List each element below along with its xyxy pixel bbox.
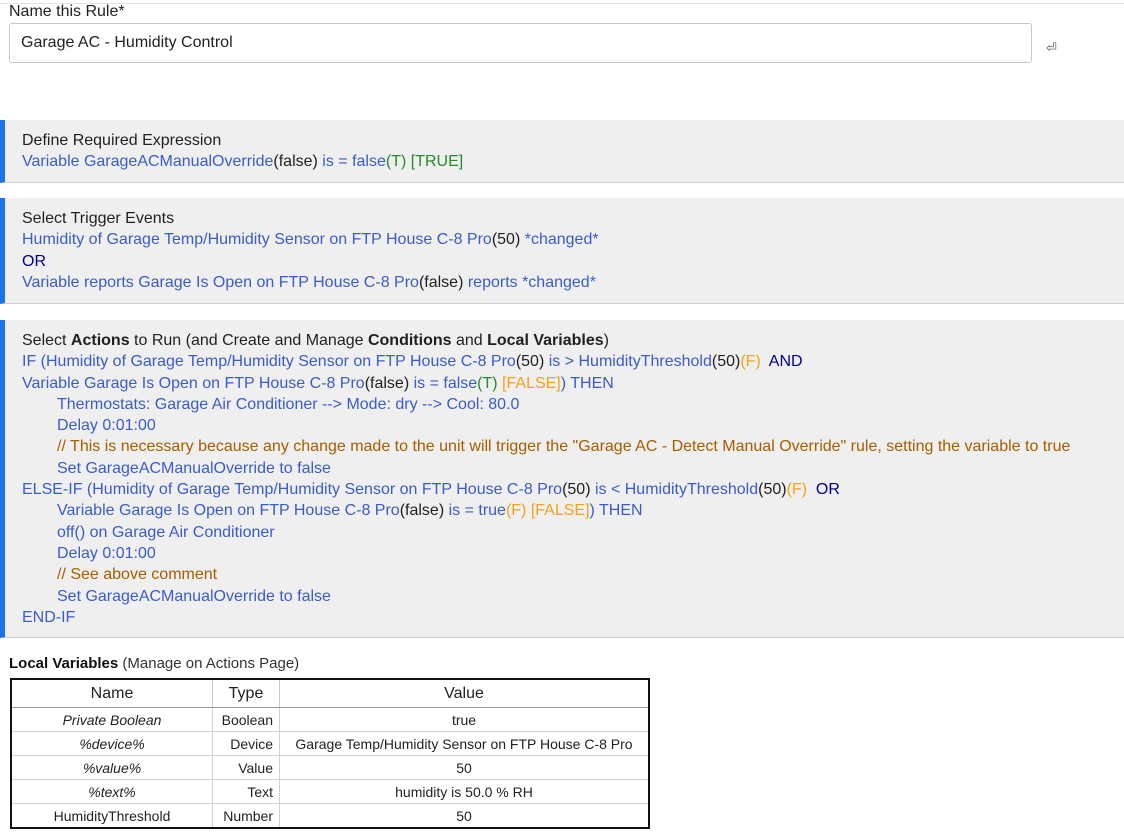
local-variables-table: Name Type Value Private Boolean Boolean …	[10, 678, 650, 829]
required-expression-section[interactable]: Define Required Expression Variable Gara…	[0, 120, 1124, 183]
section-title: Select Actions to Run (and Create and Ma…	[22, 332, 609, 349]
table-row: HumidityThreshold Number 50	[10, 803, 650, 829]
action-if-line[interactable]: IF (Humidity of Garage Temp/Humidity Sen…	[22, 351, 1124, 372]
actions-section[interactable]: Select Actions to Run (and Create and Ma…	[0, 320, 1124, 638]
trigger-line[interactable]: Variable reports Garage Is Open on FTP H…	[22, 272, 1124, 293]
table-row: %device% Device Garage Temp/Humidity Sen…	[10, 731, 650, 756]
action-comment[interactable]: // This is necessary because any change …	[22, 436, 1124, 457]
trigger-events-section[interactable]: Select Trigger Events Humidity of Garage…	[0, 198, 1124, 304]
action-else-if-line[interactable]: ELSE-IF (Humidity of Garage Temp/Humidit…	[22, 479, 1124, 500]
action-else-if-line-2[interactable]: Variable Garage Is Open on FTP House C-8…	[22, 500, 1124, 521]
action-delay[interactable]: Delay 0:01:00	[22, 543, 1124, 564]
top-divider	[0, 3, 1124, 4]
rule-name-label: Name this Rule*	[9, 3, 125, 20]
table-row: %value% Value 50	[10, 755, 650, 780]
col-header-value: Value	[279, 678, 650, 708]
action-set-variable[interactable]: Set GarageACManualOverride to false	[22, 586, 1124, 607]
local-variables-title: Local Variables (Manage on Actions Page)	[9, 655, 300, 672]
enter-icon[interactable]: ⏎	[1046, 40, 1057, 56]
action-thermostat[interactable]: Thermostats: Garage Air Conditioner --> …	[22, 394, 1124, 415]
action-set-variable[interactable]: Set GarageACManualOverride to false	[22, 458, 1124, 479]
action-comment[interactable]: // See above comment	[22, 564, 1124, 585]
required-expression-line[interactable]: Variable GarageACManualOverride(false) i…	[22, 151, 1124, 172]
trigger-line[interactable]: Humidity of Garage Temp/Humidity Sensor …	[22, 229, 1124, 250]
col-header-name: Name	[10, 678, 213, 708]
action-if-line-2[interactable]: Variable Garage Is Open on FTP House C-8…	[22, 373, 1124, 394]
col-header-type: Type	[212, 678, 280, 708]
section-title: Define Required Expression	[22, 132, 222, 149]
section-title: Select Trigger Events	[22, 210, 175, 227]
action-delay[interactable]: Delay 0:01:00	[22, 415, 1124, 436]
trigger-or: OR	[22, 252, 46, 270]
rule-name-input[interactable]	[9, 23, 1032, 63]
table-row: Private Boolean Boolean true	[10, 707, 650, 732]
table-row: %text% Text humidity is 50.0 % RH	[10, 779, 650, 804]
action-off[interactable]: off() on Garage Air Conditioner	[22, 522, 1124, 543]
action-end-if[interactable]: END-IF	[22, 607, 1124, 628]
